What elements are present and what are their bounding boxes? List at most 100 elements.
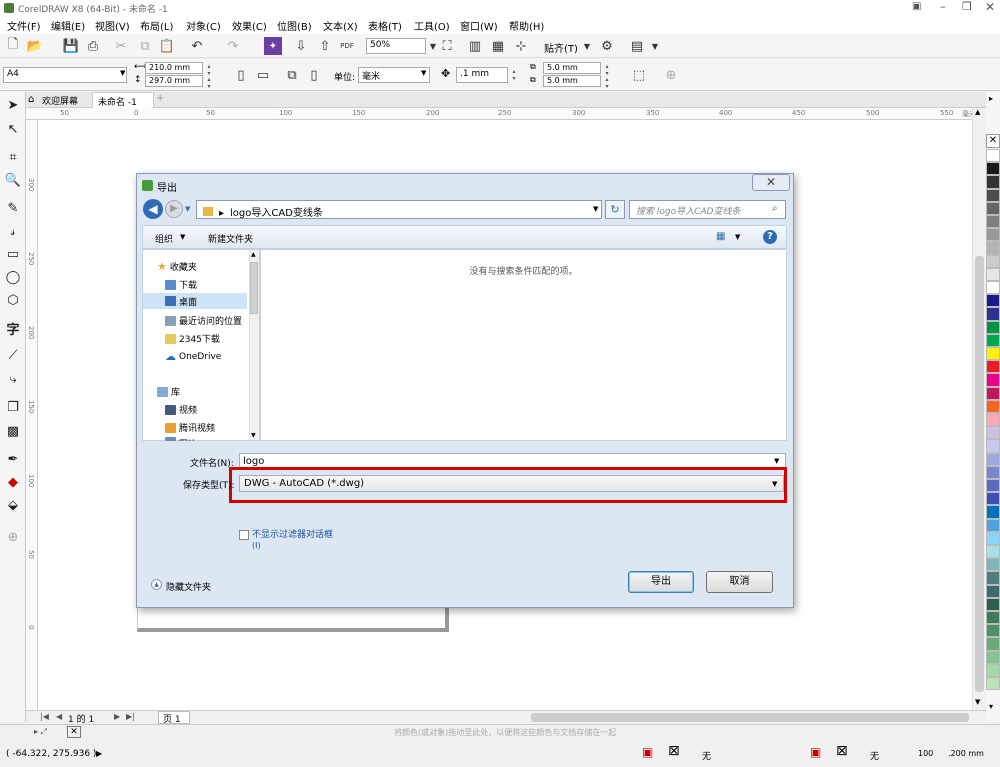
color-swatch[interactable] [986,320,1000,334]
new-folder-button[interactable]: 新建文件夹 [208,232,253,245]
forward-arrow-icon[interactable]: ▶ [165,200,183,218]
copy-icon[interactable]: ⧉ [136,37,154,55]
vertical-ruler[interactable]: 300 250 200 150 100 50 0 [26,120,38,710]
menu-text[interactable]: 文本(X) [323,18,358,33]
ellipse-tool-icon[interactable]: ◯ [4,268,22,286]
tab-document[interactable]: 未命名 -1 [92,92,154,108]
color-swatch[interactable] [986,558,1000,572]
color-swatch[interactable] [986,452,1000,466]
search-input[interactable]: 搜索 logo导入CAD变线条 [629,200,786,219]
color-swatch[interactable] [986,426,1000,440]
menu-layout[interactable]: 布局(L) [140,18,173,33]
menu-view[interactable]: 视图(V) [95,18,130,33]
transparency-icon[interactable]: ▩ [4,422,22,440]
no-filter-checkbox[interactable] [239,530,249,540]
launcher-dropdown-icon[interactable]: ▼ [646,37,664,55]
crop-tool-icon[interactable]: ⌗ [4,148,22,166]
color-swatch[interactable] [986,386,1000,400]
print-icon[interactable]: ⎙ [84,37,102,55]
palette-scroll-up-icon[interactable]: ▸ [989,94,993,103]
connector-tool-icon[interactable]: ⤷ [4,370,22,388]
color-swatch[interactable] [986,281,1000,295]
next-page-icon[interactable]: ▶ [114,712,120,721]
portrait-icon[interactable]: ▯ [232,66,250,84]
search-content-icon[interactable]: ✦ [264,37,282,55]
color-swatch[interactable] [986,677,1000,691]
nudge-spinner[interactable]: ▴ ▾ [510,68,518,82]
nav-tencent[interactable]: 腾讯视频 [165,421,215,434]
show-guidelines-icon[interactable]: ⊹ [512,37,530,55]
page-height-field[interactable]: 297.0 mm [145,75,203,87]
page-tab[interactable]: 页 1 [158,711,190,725]
vertical-scroll-thumb[interactable] [975,256,984,692]
color-swatch[interactable] [986,267,1000,281]
export-button[interactable]: 导出 [628,571,694,593]
snap-to-button[interactable]: 贴齐(T) [544,40,578,55]
menu-bitmaps[interactable]: 位图(B) [277,18,312,33]
refresh-icon[interactable]: ↻ [605,200,625,219]
address-dropdown-icon[interactable]: ▼ [593,205,598,213]
menu-file[interactable]: 文件(F) [7,18,41,33]
nav-scroll-up-icon[interactable]: ▲ [251,251,256,258]
paste-icon[interactable]: 📋 [158,37,176,55]
nav-scroll-down-icon[interactable]: ▼ [251,432,256,439]
color-swatch[interactable] [986,228,1000,242]
color-swatch[interactable] [986,505,1000,519]
nav-onedrive[interactable]: ☁ OneDrive [165,350,221,363]
export-icon[interactable]: ⇧ [316,37,334,55]
zoom-tool-icon[interactable]: 🔍 [4,171,22,189]
back-arrow-icon[interactable]: ◀ [143,199,163,219]
color-swatch[interactable] [986,254,1000,268]
color-swatch[interactable] [986,294,1000,308]
dup-y-spinner[interactable]: ▴ ▾ [603,76,611,90]
nav-pictures[interactable]: 图片 [165,437,197,441]
add-toolbar-plus-icon[interactable]: ⊕ [662,66,680,84]
cut-icon[interactable]: ✂ [112,37,130,55]
zoom-level-field[interactable]: 50% [366,38,426,54]
artistic-media-icon[interactable]: 𝓈 [4,222,22,240]
publish-pdf-icon[interactable]: PDF [338,37,356,55]
width-spinner[interactable]: ▴ ▾ [205,63,213,77]
horizontal-scroll-thumb[interactable] [531,713,969,722]
smart-fill-icon[interactable]: ⬙ [4,496,22,514]
color-swatch[interactable] [986,149,1000,163]
color-swatch[interactable] [986,215,1000,229]
color-swatch[interactable] [986,479,1000,493]
outline-color-icon[interactable]: ▣ [810,745,821,759]
nudge-distance-field[interactable]: .1 mm [456,67,508,83]
open-icon[interactable]: 📂 [26,37,44,55]
save-icon[interactable]: 💾 [62,37,80,55]
horizontal-ruler[interactable]: 50 0 50 100 150 200 250 300 350 400 450 … [26,108,986,120]
dup-x-spinner[interactable]: ▴ ▾ [603,63,611,77]
nav-desktop[interactable]: 桌面 [143,293,247,309]
color-swatch[interactable] [986,624,1000,638]
nav-scroll-thumb[interactable] [250,262,258,314]
drop-shadow-icon[interactable]: ❐ [4,398,22,416]
help-icon[interactable]: ? [763,230,777,244]
snap-dropdown-icon[interactable]: ▼ [578,37,596,55]
color-swatch[interactable] [986,188,1000,202]
color-eyedropper-icon[interactable]: ✒ [4,450,22,468]
color-swatch[interactable] [986,413,1000,427]
color-swatch[interactable] [986,545,1000,559]
scroll-down-icon[interactable]: ▼ [975,698,980,706]
units-select[interactable]: 毫米 [358,67,430,83]
undo-icon[interactable]: ↶ [188,37,206,55]
color-swatch[interactable] [986,531,1000,545]
savetype-dropdown-icon[interactable]: ▼ [772,480,777,488]
full-screen-icon[interactable]: ⛶ [438,37,456,55]
color-swatch[interactable] [986,307,1000,321]
menu-window[interactable]: 窗口(W) [460,18,498,33]
nav-downloads[interactable]: 下载 [165,278,197,291]
history-dropdown-icon[interactable]: ▼ [185,205,190,213]
color-swatch[interactable] [986,333,1000,347]
address-bar[interactable]: ▸ logo导入CAD变线条 ▼ [196,200,602,219]
cancel-button[interactable]: 取消 [706,571,773,593]
tab-welcome[interactable]: 欢迎屏幕 [42,94,78,107]
minimize-icon[interactable]: – [940,0,946,13]
freehand-tool-icon[interactable]: ✎ [4,199,22,217]
add-tool-plus-icon[interactable]: ⊕ [4,528,22,546]
duplicate-y-field[interactable]: 5.0 mm [543,75,601,87]
savetype-select[interactable]: DWG - AutoCAD (*.dwg) [239,475,784,492]
text-tool-icon[interactable]: 字 [4,319,22,338]
